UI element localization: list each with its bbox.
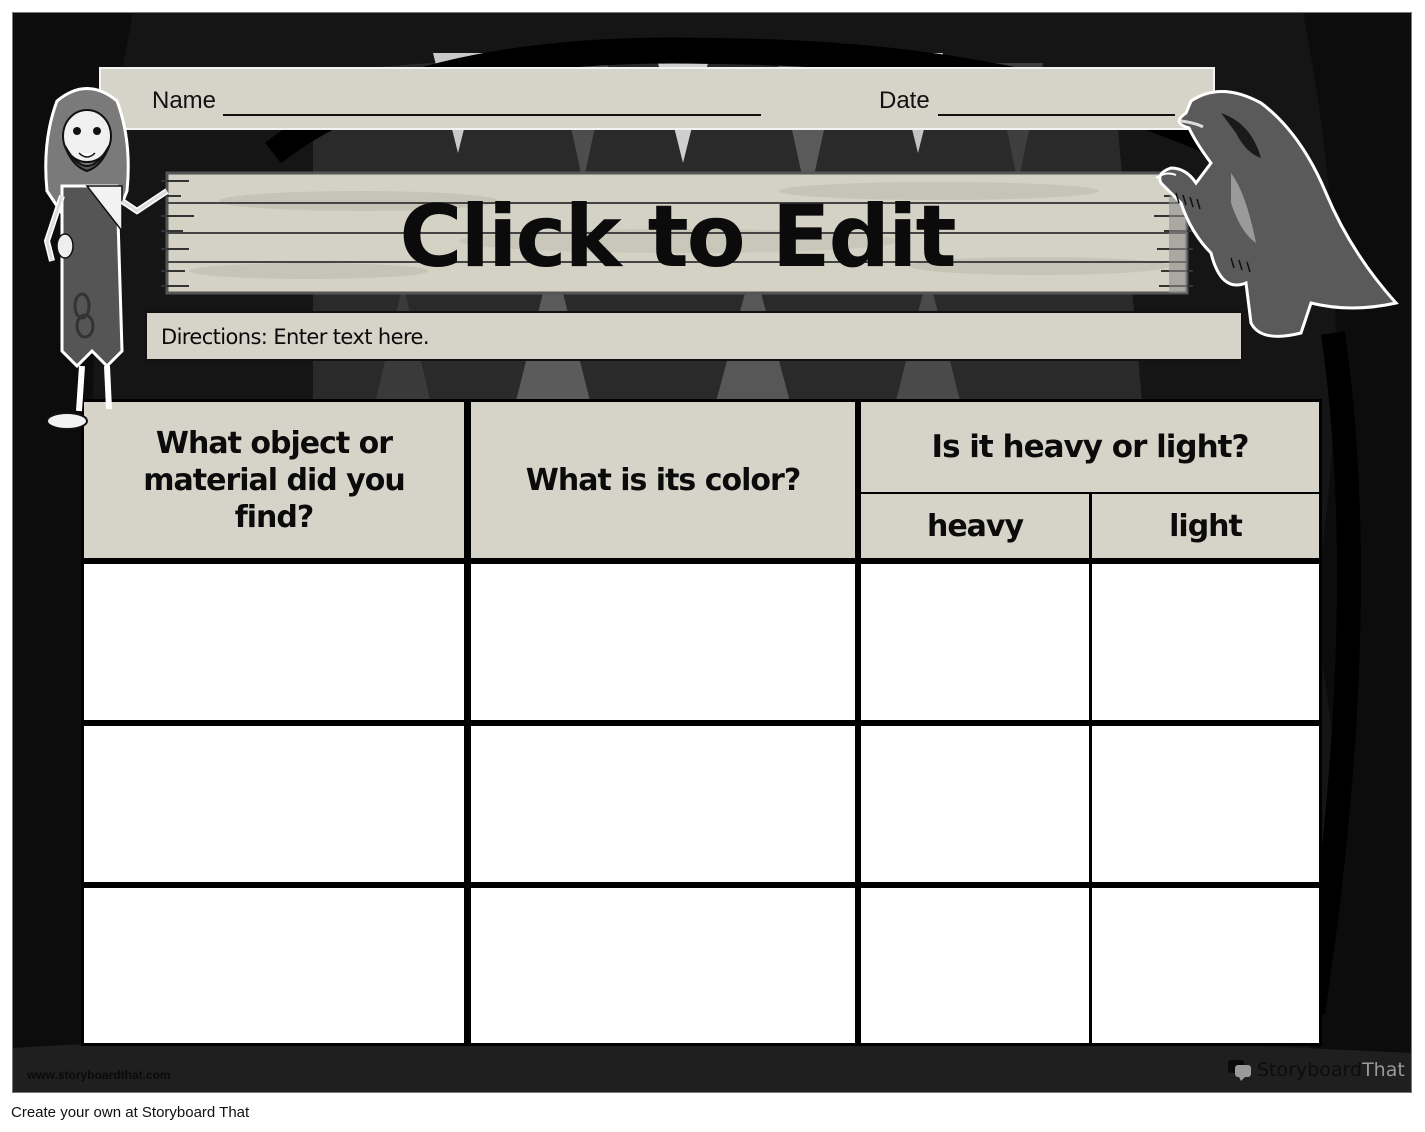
directions-bar[interactable]: Directions: Enter text here.: [145, 311, 1243, 361]
caveman-icon[interactable]: [27, 81, 172, 431]
table-cell-r2-light[interactable]: [1092, 726, 1319, 882]
worksheet-table: What object or material did you find? Wh…: [81, 399, 1322, 1046]
logo-that-text: That: [1362, 1059, 1405, 1081]
table-cell-r1-heavy[interactable]: [861, 564, 1089, 720]
subheader-light: light: [1092, 494, 1319, 558]
table-cell-r3-object[interactable]: [84, 888, 464, 1043]
directions-text[interactable]: Directions: Enter text here.: [161, 325, 430, 349]
table-cell-r3-color[interactable]: [471, 888, 855, 1043]
worksheet-canvas: Name Date Click to Edit Directions: Ente…: [12, 12, 1412, 1093]
storyboardthat-logo[interactable]: Storyboard That: [1227, 1057, 1405, 1083]
title-sign[interactable]: Click to Edit: [159, 171, 1195, 295]
name-input-line[interactable]: [223, 114, 761, 116]
header-heavy-or-light: Is it heavy or light?: [861, 402, 1319, 492]
header-color: What is its color?: [471, 402, 855, 558]
date-label: Date: [879, 87, 930, 114]
logo-story-text: Storyboard: [1257, 1059, 1363, 1081]
subheader-heavy: heavy: [861, 494, 1089, 558]
table-cell-r2-color[interactable]: [471, 726, 855, 882]
table-cell-r1-color[interactable]: [471, 564, 855, 720]
watermark-url: www.storyboardthat.com: [27, 1068, 171, 1082]
table-cell-r2-heavy[interactable]: [861, 726, 1089, 882]
name-date-bar: Name Date: [99, 67, 1215, 130]
worksheet-title[interactable]: Click to Edit: [159, 171, 1195, 295]
date-input-line[interactable]: [938, 114, 1175, 116]
table-cell-r3-heavy[interactable]: [861, 888, 1089, 1043]
table-cell-r1-light[interactable]: [1092, 564, 1319, 720]
table-cell-r2-object[interactable]: [84, 726, 464, 882]
table-cell-r1-object[interactable]: [84, 564, 464, 720]
table-cell-r3-light[interactable]: [1092, 888, 1319, 1043]
footer-credit-link[interactable]: Create your own at Storyboard That: [11, 1104, 249, 1121]
speech-bubble-icon: [1228, 1060, 1251, 1081]
ground-sloth-icon[interactable]: [1151, 83, 1401, 343]
